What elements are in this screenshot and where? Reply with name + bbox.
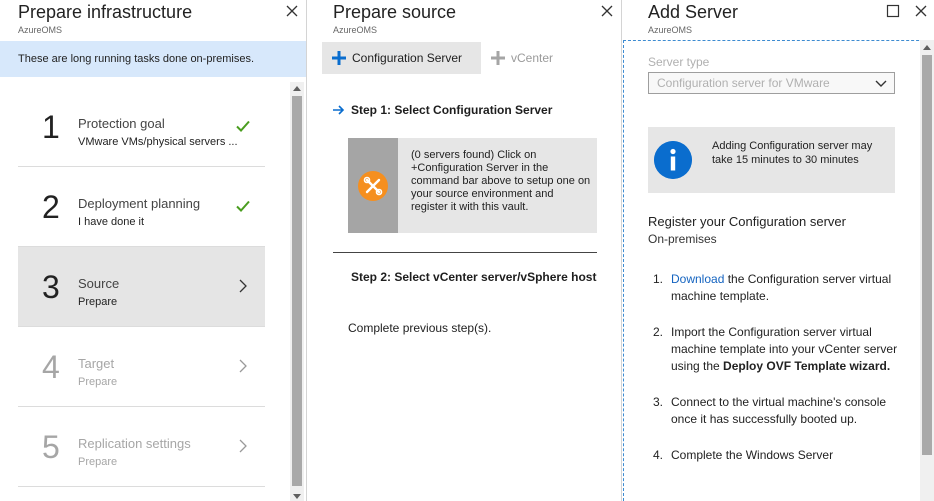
plus-icon <box>491 51 505 65</box>
step-subtitle: Prepare <box>78 456 118 468</box>
close-icon[interactable] <box>284 3 300 19</box>
instructions-list: 1. Download the Configuration server vir… <box>648 271 898 483</box>
scroll-up-icon[interactable] <box>923 44 931 52</box>
close-icon[interactable] <box>913 3 929 19</box>
step-number: 1 <box>42 109 60 145</box>
list-number: 4. <box>653 448 664 462</box>
step-title: Replication settings <box>78 436 191 451</box>
add-configuration-server-button[interactable]: Configuration Server <box>322 42 481 74</box>
prepare-source-blade: Prepare source AzureOMS Configuration Se… <box>308 0 622 501</box>
step-number: 2 <box>42 189 60 225</box>
step-title: Protection goal <box>78 116 165 131</box>
list-number: 3. <box>653 395 664 409</box>
register-subheading: On-premises <box>648 232 717 246</box>
divider <box>333 252 597 253</box>
step-source[interactable]: 3 Source Prepare <box>18 247 265 327</box>
list-number: 2. <box>653 325 664 339</box>
step-number: 3 <box>42 269 60 305</box>
list-text: Complete the Windows Server <box>671 448 834 462</box>
close-icon[interactable] <box>599 3 615 19</box>
no-servers-notice: (0 servers found) Click on +Configuratio… <box>348 138 597 233</box>
step-number: 5 <box>42 429 60 465</box>
chevron-down-icon <box>875 80 887 87</box>
steps-list: 1 Protection goal VMware VMs/physical se… <box>18 87 265 487</box>
step-title: Source <box>78 276 120 291</box>
server-type-select[interactable]: Configuration server for VMware <box>648 72 895 94</box>
step-subtitle: Prepare <box>78 376 118 388</box>
checkmark-icon <box>236 200 250 212</box>
server-type-label: Server type <box>648 55 710 69</box>
plus-icon <box>332 51 346 65</box>
list-text: Connect to the virtual machine's console… <box>671 395 887 426</box>
scrollbar[interactable] <box>290 82 304 501</box>
duration-notice: Adding Configuration server may take 15 … <box>648 127 895 193</box>
list-text-bold: Deploy OVF Template wizard. <box>723 359 891 373</box>
add-vcenter-button[interactable]: vCenter <box>481 42 571 74</box>
maximize-icon[interactable] <box>885 3 901 19</box>
tools-icon <box>358 171 388 201</box>
list-number: 1. <box>653 272 664 286</box>
download-link[interactable]: Download <box>671 272 724 286</box>
step-subtitle: VMware VMs/physical servers ... <box>78 136 238 148</box>
info-icon <box>654 141 692 179</box>
step1-heading: Step 1: Select Configuration Server <box>351 103 553 117</box>
button-label: Configuration Server <box>352 51 463 65</box>
chevron-right-icon <box>239 279 247 293</box>
select-value: Configuration server for VMware <box>657 76 830 90</box>
notice-text: (0 servers found) Click on +Configuratio… <box>411 149 591 213</box>
blade-title: Add Server <box>648 2 739 22</box>
notice-text: Adding Configuration server may take 15 … <box>712 140 873 166</box>
scroll-down-icon[interactable] <box>293 492 301 500</box>
arrow-right-icon <box>333 105 345 115</box>
step-target[interactable]: 4 Target Prepare <box>18 327 265 407</box>
scroll-up-icon[interactable] <box>293 85 301 93</box>
step2-heading: Step 2: Select vCenter server/vSphere ho… <box>351 270 597 284</box>
step-protection-goal[interactable]: 1 Protection goal VMware VMs/physical se… <box>18 87 265 167</box>
blade-subtitle: AzureOMS <box>18 25 63 35</box>
checkmark-icon <box>236 120 250 132</box>
register-heading: Register your Configuration server <box>648 214 846 229</box>
list-item: 4. Complete the Windows Server <box>648 447 898 464</box>
step-title: Deployment planning <box>78 196 201 211</box>
step-title: Target <box>78 356 115 371</box>
step-number: 4 <box>42 349 60 385</box>
step-deployment-planning[interactable]: 2 Deployment planning I have done it <box>18 167 265 247</box>
blade-title: Prepare infrastructure <box>18 2 193 22</box>
add-server-blade: Add Server AzureOMS Server type Configur… <box>623 0 934 501</box>
list-item: 1. Download the Configuration server vir… <box>648 271 898 305</box>
scrollbar-thumb[interactable] <box>922 55 932 455</box>
blade-title: Prepare source <box>333 2 457 22</box>
chevron-right-icon <box>239 359 247 373</box>
blade-subtitle: AzureOMS <box>648 25 693 35</box>
scrollbar-thumb[interactable] <box>292 96 302 486</box>
button-label: vCenter <box>511 51 554 65</box>
list-item: 2. Import the Configuration server virtu… <box>648 324 898 375</box>
info-banner: These are long running tasks done on-pre… <box>0 41 306 77</box>
list-item: 3. Connect to the virtual machine's cons… <box>648 394 898 428</box>
scrollbar[interactable] <box>920 40 934 501</box>
prepare-infrastructure-blade: Prepare infrastructure AzureOMS These ar… <box>0 0 307 501</box>
step-subtitle: I have done it <box>78 216 145 228</box>
blade-subtitle: AzureOMS <box>333 25 378 35</box>
chevron-right-icon <box>239 439 247 453</box>
step2-status: Complete previous step(s). <box>348 321 492 335</box>
step-subtitle: Prepare <box>78 296 118 308</box>
step-replication-settings[interactable]: 5 Replication settings Prepare <box>18 407 265 487</box>
